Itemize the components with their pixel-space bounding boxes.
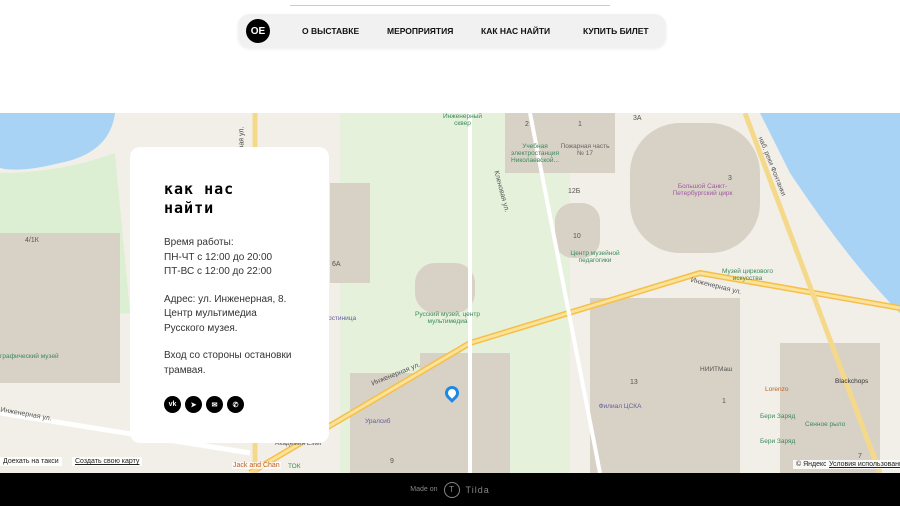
- entry-note: трамвая.: [164, 364, 206, 376]
- nav-find-us[interactable]: КАК НАС НАЙТИ: [481, 26, 550, 36]
- hours-weekend: ПТ-ВС с 12:00 до 22:00: [164, 266, 272, 277]
- building-number: 3А: [633, 115, 642, 122]
- map-poi[interactable]: Гостиница: [325, 315, 356, 322]
- address-line: Центр мультимедиа: [164, 308, 257, 319]
- building-number: 1: [722, 398, 726, 405]
- building-number: 13: [630, 379, 638, 386]
- nav-about[interactable]: О ВЫСТАВКЕ: [302, 26, 359, 36]
- footer: Made on T Tilda: [0, 473, 900, 506]
- map-poi[interactable]: ТОК: [288, 463, 301, 470]
- building-number: 2: [525, 121, 529, 128]
- map-poi[interactable]: графический музей: [0, 353, 59, 360]
- logo[interactable]: OE: [246, 19, 270, 43]
- made-on-label: Made on: [410, 486, 438, 493]
- map-poi[interactable]: Центр музейной педагогики: [565, 250, 625, 264]
- tilda-label[interactable]: Tilda: [466, 485, 490, 495]
- building-number: 3: [728, 175, 732, 182]
- info-card: как нас найти Время работы: ПН-ЧТ с 12:0…: [130, 147, 329, 443]
- entry-note: Вход со стороны остановки: [164, 350, 292, 361]
- map-poi[interactable]: НИИТМаш: [700, 366, 732, 373]
- building-number: 10: [573, 233, 581, 240]
- building-number: 7: [858, 453, 862, 460]
- map-poi[interactable]: Пожарная часть № 17: [560, 143, 610, 157]
- nav-buy-ticket[interactable]: КУПИТЬ БИЛЕТ: [583, 26, 649, 36]
- vk-icon[interactable]: vk: [164, 396, 181, 413]
- taxi-link[interactable]: Доехать на такси: [0, 457, 62, 466]
- nav-events[interactable]: МЕРОПРИЯТИЯ: [387, 26, 453, 36]
- map-poi[interactable]: Инженерный сквер: [440, 113, 485, 127]
- create-map-link[interactable]: Создать свою карту: [72, 457, 143, 466]
- map-poi[interactable]: Jack and Chan: [232, 462, 281, 469]
- tilda-logo-icon[interactable]: T: [443, 481, 460, 498]
- map-poi[interactable]: Бери Заряд: [760, 413, 795, 420]
- hours-weekday: ПН-ЧТ с 12:00 до 20:00: [164, 251, 273, 263]
- building-number: 9: [390, 458, 394, 465]
- social-links: vk ➤ ✉ ✆: [164, 396, 329, 413]
- map-poi[interactable]: Уралсиб: [365, 418, 390, 425]
- map-poi[interactable]: Blackchops: [835, 378, 868, 385]
- map-poi[interactable]: Сенное рыло: [805, 421, 845, 428]
- map-poi[interactable]: Большой Санкт-Петербургский цирк: [670, 183, 735, 197]
- map-poi[interactable]: Русский музей, центр мультимедиа: [415, 311, 480, 325]
- phone-icon[interactable]: ✆: [227, 396, 244, 413]
- address-line: Адрес: ул. Инженерная, 8.: [164, 293, 287, 305]
- hours-label: Время работы:: [164, 237, 234, 248]
- top-nav: OE О ВЫСТАВКЕ МЕРОПРИЯТИЯ КАК НАС НАЙТИ …: [238, 14, 666, 48]
- terms-link[interactable]: Условия использования: [826, 460, 900, 469]
- card-title: как нас найти: [164, 180, 235, 217]
- address-line: Русского музея.: [164, 322, 238, 334]
- divider: [290, 5, 610, 6]
- building-number: 12Б: [568, 188, 581, 195]
- map-copyright: © Яндекс: [793, 460, 827, 469]
- map-poi[interactable]: Филиал ЦСКА: [595, 403, 645, 410]
- map-poi[interactable]: Lorenzo: [765, 386, 789, 393]
- building-number: 1: [578, 121, 582, 128]
- building-number: 4/1К: [25, 237, 39, 244]
- telegram-icon[interactable]: ➤: [185, 396, 202, 413]
- email-icon[interactable]: ✉: [206, 396, 223, 413]
- map-poi[interactable]: Бери Заряд: [760, 438, 795, 445]
- building-number: 6А: [332, 261, 341, 268]
- map-poi[interactable]: Музей циркового искусства: [715, 268, 780, 282]
